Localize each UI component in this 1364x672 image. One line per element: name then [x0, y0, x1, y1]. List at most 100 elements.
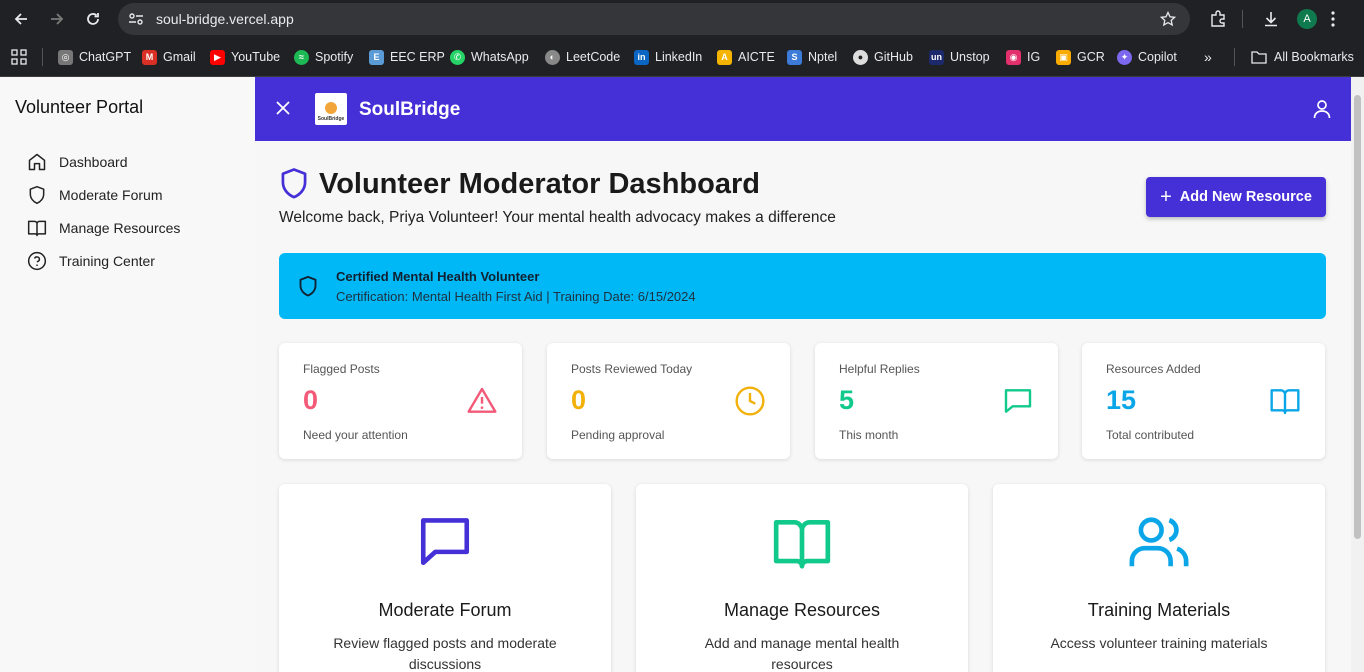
bookmark-ig[interactable]: ◉ IG	[1006, 48, 1040, 66]
cert-title: Certified Mental Health Volunteer	[336, 269, 540, 284]
page-title: Volunteer Moderator Dashboard	[319, 168, 760, 200]
forward-icon[interactable]	[47, 9, 67, 29]
message-square-icon	[1004, 389, 1032, 413]
bookmark-label: WhatsApp	[471, 50, 529, 64]
bookmark-chatgpt[interactable]: ◎ ChatGPT	[58, 48, 131, 66]
shield-icon	[29, 185, 45, 205]
folder-icon	[1251, 51, 1267, 64]
extensions-icon[interactable]	[1209, 10, 1227, 28]
aicte-icon: A	[717, 49, 732, 65]
bookmark-label: Copilot	[1138, 50, 1177, 64]
linkedin-icon: in	[634, 49, 649, 65]
sidebar-item-moderate-forum[interactable]: Moderate Forum	[27, 184, 162, 206]
download-icon[interactable]	[1262, 10, 1280, 28]
sidebar-item-training-center[interactable]: Training Center	[27, 250, 155, 272]
bookmark-unstop[interactable]: un Unstop	[929, 48, 990, 66]
sidebar-item-dashboard[interactable]: Dashboard	[27, 151, 128, 173]
bookmark-label: LeetCode	[566, 50, 621, 64]
nptel-icon: S	[787, 49, 802, 65]
reload-icon[interactable]	[83, 9, 103, 29]
stat-subtext: This month	[839, 428, 899, 442]
spotify-icon: ≈	[294, 49, 309, 65]
bookmark-label: IG	[1027, 50, 1041, 64]
card-manage-resources[interactable]: Manage Resources Add and manage mental h…	[636, 484, 968, 672]
bookmark-whatsapp[interactable]: ✆ WhatsApp	[450, 48, 529, 66]
bookmark-label: Nptel	[808, 50, 838, 64]
bookmark-github[interactable]: ● GitHub	[853, 48, 913, 66]
card-moderate-forum[interactable]: Moderate Forum Review flagged posts and …	[279, 484, 611, 672]
card-training-materials[interactable]: Training Materials Access volunteer trai…	[993, 484, 1325, 672]
stat-value: 5	[839, 385, 855, 415]
stat-subtext: Pending approval	[571, 428, 665, 442]
unstop-icon: un	[929, 49, 944, 65]
site-settings-icon[interactable]	[128, 12, 144, 26]
user-icon[interactable]	[1313, 99, 1331, 119]
sidebar: Volunteer Portal Dashboard Moderate Foru…	[0, 77, 255, 672]
bookmark-star-icon[interactable]	[1160, 11, 1176, 27]
bookmark-label: AICTE	[738, 50, 775, 64]
users-icon	[1129, 517, 1189, 567]
bookmark-label: Unstop	[950, 50, 990, 64]
stat-subtext: Total contributed	[1106, 428, 1195, 442]
shield-icon	[281, 168, 307, 199]
bookmark-label: Gmail	[163, 50, 196, 64]
bookmark-aicte[interactable]: A AICTE	[717, 48, 775, 66]
welcome-text: Welcome back, Priya Volunteer! Your ment…	[279, 209, 836, 226]
chatgpt-icon: ◎	[58, 49, 73, 65]
bookmark-youtube[interactable]: ▶ YouTube	[210, 48, 280, 66]
youtube-icon: ▶	[210, 49, 225, 65]
back-icon[interactable]	[11, 9, 31, 29]
sidebar-item-manage-resources[interactable]: Manage Resources	[27, 217, 180, 239]
card-title: Training Materials	[1087, 600, 1231, 620]
whatsapp-icon: ✆	[450, 49, 465, 65]
add-resource-label: Add New Resource	[1179, 189, 1312, 205]
scrollbar[interactable]	[1351, 77, 1364, 672]
address-bar[interactable]: soul-bridge.vercel.app	[118, 3, 1190, 35]
book-icon	[27, 220, 47, 237]
toolbar-divider	[1242, 10, 1243, 28]
bookmark-nptel[interactable]: S Nptel	[787, 48, 837, 66]
stat-label: Helpful Replies	[839, 362, 920, 376]
all-bookmarks-label: All Bookmarks	[1274, 50, 1354, 64]
gmail-icon: M	[142, 49, 157, 65]
close-icon[interactable]	[276, 101, 290, 115]
alert-triangle-icon	[467, 387, 497, 413]
stat-value: 0	[303, 385, 319, 415]
bookmark-eec-erp[interactable]: E EEC ERP	[369, 48, 445, 66]
bookmark-spotify[interactable]: ≈ Spotify	[294, 48, 353, 66]
sidebar-item-label: Dashboard	[59, 154, 128, 170]
gcr-icon: ▣	[1056, 49, 1071, 65]
more-bookmarks-icon[interactable]: »	[1204, 48, 1212, 66]
bookmark-linkedin[interactable]: in LinkedIn	[634, 48, 702, 66]
card-title: Moderate Forum	[378, 600, 512, 620]
all-bookmarks[interactable]: All Bookmarks	[1251, 48, 1354, 66]
bookmark-gmail[interactable]: M Gmail	[142, 48, 196, 66]
copilot-icon: ✦	[1117, 49, 1132, 65]
stat-card-posts-reviewed: Posts Reviewed Today 0 Pending approval	[547, 343, 790, 459]
bookmark-gcr[interactable]: ▣ GCR	[1056, 48, 1105, 66]
bookmark-label: LinkedIn	[655, 50, 703, 64]
plus-icon: +	[1160, 186, 1172, 208]
card-description: Review flagged posts and moderate discus…	[333, 635, 557, 672]
bookmark-label: EEC ERP	[390, 50, 445, 64]
profile-avatar[interactable]: A	[1297, 9, 1317, 29]
apps-grid-icon[interactable]	[11, 49, 27, 65]
menu-icon[interactable]	[1330, 10, 1336, 28]
card-description: Access volunteer training materials	[1050, 635, 1268, 651]
github-icon: ●	[853, 49, 868, 65]
bookmark-label: GitHub	[874, 50, 913, 64]
scrollbar-thumb[interactable]	[1354, 95, 1361, 539]
logo-text: SoulBridge	[317, 116, 345, 122]
sidebar-item-label: Manage Resources	[59, 220, 181, 236]
bookmarks-divider	[1234, 48, 1235, 66]
bookmarks-bar: ◎ ChatGPT M Gmail ▶ YouTube ≈ Spotify E EEC E…	[0, 38, 1364, 77]
add-resource-button[interactable]: + Add New Resource	[1146, 177, 1326, 217]
bookmark-copilot[interactable]: ✦ Copilot	[1117, 48, 1177, 66]
eec-erp-icon: E	[369, 49, 384, 65]
sidebar-item-label: Training Center	[59, 253, 155, 269]
bookmark-leetcode[interactable]: ◐ LeetCode	[545, 48, 620, 66]
stat-card-helpful-replies: Helpful Replies 5 This month	[815, 343, 1058, 459]
bookmark-label: ChatGPT	[79, 50, 132, 64]
soulbridge-logo: SoulBridge	[315, 93, 347, 125]
home-icon	[28, 153, 46, 171]
